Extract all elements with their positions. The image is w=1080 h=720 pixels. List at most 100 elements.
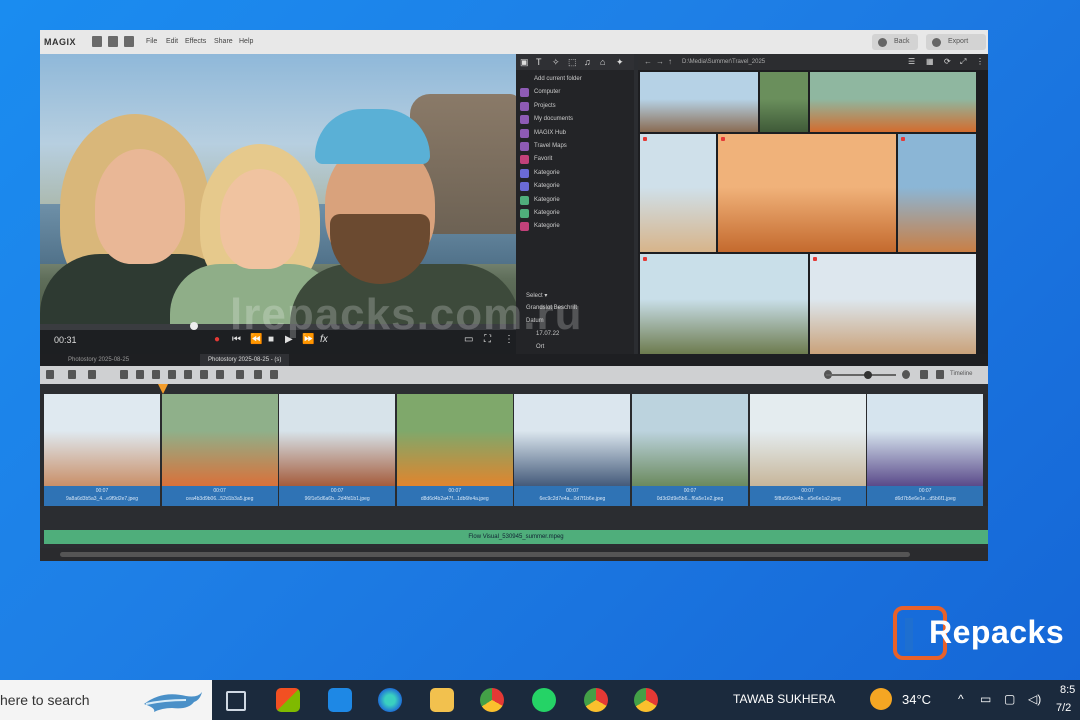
zoom-in-icon[interactable] — [902, 370, 910, 379]
media-thumbnail[interactable] — [810, 254, 976, 354]
nav-back-icon[interactable]: ← — [644, 57, 652, 66]
menu-edit[interactable]: Edit — [166, 38, 178, 45]
brand-logo: Repacks — [893, 606, 1073, 660]
whatsapp-icon[interactable] — [532, 688, 556, 712]
clip-thumbnail — [514, 394, 631, 486]
zoom-handle[interactable] — [864, 371, 872, 379]
effects-icon[interactable]: ✧ — [552, 57, 560, 68]
menu-icon[interactable]: ⋮ — [976, 57, 984, 66]
grid-icon[interactable] — [254, 370, 262, 379]
media-thumbnail[interactable] — [640, 254, 808, 354]
undo-icon[interactable] — [68, 370, 76, 379]
folder-icon — [520, 182, 529, 192]
media-thumbnail[interactable] — [898, 134, 976, 252]
menu-help[interactable]: Help — [239, 38, 253, 45]
menu-effects[interactable]: Effects — [185, 38, 206, 45]
save-icon[interactable] — [124, 36, 134, 47]
align-icon[interactable] — [216, 370, 224, 379]
weather-icon[interactable] — [870, 688, 892, 710]
store-app-icon[interactable] — [276, 688, 300, 712]
timeline-clip[interactable]: 00:07 d8d6d4b2a47f...1db6fe4a.jpeg — [396, 394, 513, 506]
timeline-clip[interactable]: 00:07 9a8a6d3b5a3_4...e9f9d2e7.jpeg — [44, 394, 160, 506]
nav-up-icon[interactable]: ↑ — [668, 57, 672, 66]
battery-icon[interactable]: ▭ — [980, 692, 991, 706]
file-explorer-icon[interactable] — [430, 688, 454, 712]
record-icon[interactable]: ● — [214, 334, 220, 345]
sidebar-item-label: Projects — [534, 102, 556, 109]
back-label: Back — [894, 38, 910, 45]
cut-icon[interactable] — [136, 370, 144, 379]
settings-icon[interactable] — [936, 370, 944, 379]
volume-icon[interactable]: ◁) — [1028, 692, 1041, 706]
tab-project-2[interactable]: Photostory 2025-08-25 - (s) — [200, 354, 290, 366]
chevron-up-icon[interactable]: ^ — [958, 692, 964, 706]
crop-icon[interactable] — [236, 370, 244, 379]
timeline-clip[interactable]: 00:07 5f8a56c0e4b...e5e6e1a2.jpeg — [749, 394, 866, 506]
sort-icon[interactable]: ☰ — [908, 57, 915, 66]
media-thumbnail[interactable] — [640, 134, 716, 252]
weather-temp[interactable]: 34°C — [902, 692, 931, 707]
view-icon[interactable]: ▦ — [926, 57, 934, 66]
store-icon[interactable]: ⌂ — [600, 57, 605, 67]
menu-share[interactable]: Share — [214, 38, 233, 45]
delete-icon[interactable] — [120, 370, 128, 379]
scrubber-handle[interactable] — [190, 322, 198, 330]
refresh-icon[interactable]: ⟳ — [944, 57, 951, 66]
mode-icon[interactable] — [46, 370, 54, 379]
timeline-clip[interactable]: 00:07 96f1e5d6a6b...2d4fd1b1.jpeg — [279, 394, 396, 506]
import-icon[interactable]: ▣ — [520, 57, 529, 68]
new-file-icon[interactable] — [92, 36, 102, 47]
audio-track[interactable]: Flow Visual_530945_summer.mpeg — [44, 530, 988, 544]
back-button[interactable]: Back — [872, 34, 918, 50]
edge-icon[interactable] — [378, 688, 402, 712]
scroll-thumb[interactable] — [60, 552, 910, 557]
sidebar-item-label: Travel Maps — [534, 143, 567, 149]
menu-file[interactable]: File — [146, 38, 157, 45]
chrome-icon[interactable] — [480, 688, 504, 712]
media-thumbnail[interactable] — [810, 72, 976, 132]
media-thumbnail[interactable] — [760, 72, 808, 132]
copy-icon[interactable] — [152, 370, 160, 379]
timeline-clip[interactable]: 00:07 d6d7b5e6e1e...d5b6f1.jpeg — [867, 394, 984, 506]
brand-text: Repacks — [929, 614, 1065, 650]
media-thumbnail[interactable] — [718, 134, 896, 252]
mail-icon[interactable] — [328, 688, 352, 712]
open-folder-icon[interactable] — [108, 36, 118, 47]
chrome-icon[interactable] — [634, 688, 658, 712]
media-thumbnail[interactable] — [640, 72, 758, 132]
task-view-icon[interactable] — [226, 691, 246, 711]
network-icon[interactable]: ▢ — [1004, 692, 1015, 706]
magic-icon[interactable]: ✦ — [616, 57, 624, 68]
fit-icon[interactable] — [920, 370, 928, 379]
expand-icon[interactable]: ⤢ — [960, 57, 966, 67]
timeline-clip[interactable]: 00:07 0d3d2d9e5b6...f6a5e1e2.jpeg — [632, 394, 748, 506]
timeline-clip[interactable]: 00:07 6ec9c2d7e4a...0d7f1b6e.jpeg — [514, 394, 631, 506]
title-icon[interactable]: T — [536, 57, 542, 67]
text-icon[interactable] — [200, 370, 208, 379]
music-icon[interactable]: ♫ — [584, 57, 591, 67]
timeline-clip[interactable]: 00:07 cea4b3d9b06...52d1b3a5.jpeg — [161, 394, 278, 506]
zoom-slider[interactable] — [826, 371, 896, 379]
taskbar-search[interactable]: here to search — [0, 680, 212, 720]
menu-bar: MAGIX File Edit Effects Share Help Back … — [40, 30, 988, 54]
nav-forward-icon[interactable]: → — [656, 57, 664, 66]
export-button[interactable]: Export — [926, 34, 986, 50]
storyboard-icon[interactable] — [270, 370, 278, 379]
chrome-icon[interactable] — [584, 688, 608, 712]
paste-icon[interactable] — [168, 370, 176, 379]
transition-icon[interactable]: ⬚ — [568, 57, 577, 68]
split-icon[interactable] — [184, 370, 192, 379]
tab-project-1[interactable]: Photostory 2025-08-25 — [60, 354, 137, 366]
selection-marker — [721, 137, 725, 141]
folder-icon — [520, 168, 529, 178]
clock-date[interactable]: 7/2 — [1056, 702, 1071, 714]
timeline-scrollbar[interactable] — [40, 548, 988, 561]
clip-duration: 00:07 — [95, 488, 109, 494]
clock-time[interactable]: 8:5 — [1060, 684, 1075, 696]
photo-track: 00:07 9a8a6d3b5a3_4...e9f9d2e7.jpeg 00:07 c… — [40, 394, 988, 506]
folder-icon — [520, 209, 529, 218]
project-tabs: Photostory 2025-08-25 Photostory 2025-08… — [40, 354, 988, 366]
redo-icon[interactable] — [88, 370, 96, 379]
sidebar-item-label: Add current folder — [534, 76, 582, 82]
user-name[interactable]: TAWAB SUKHERA — [733, 692, 835, 706]
